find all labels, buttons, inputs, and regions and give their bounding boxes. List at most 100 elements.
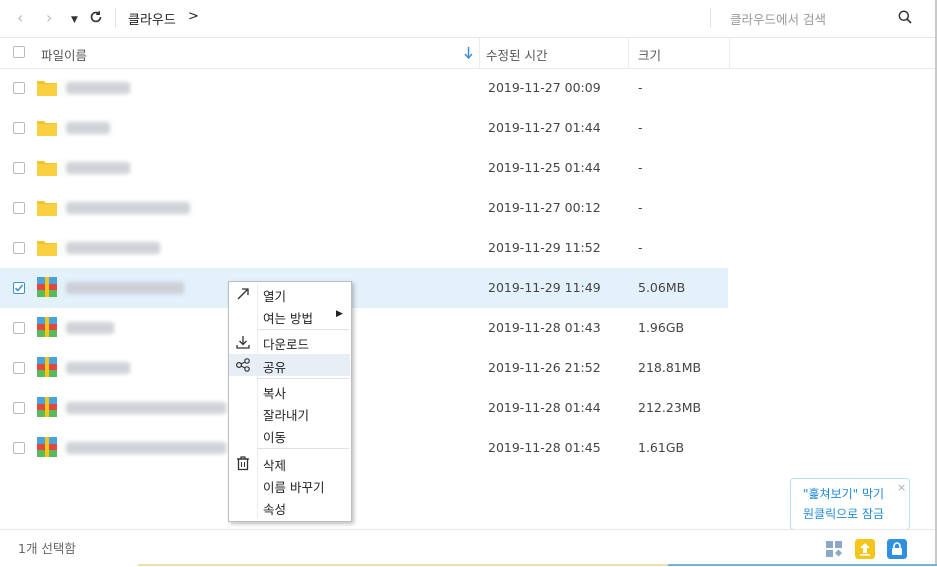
- file-size: 218.81MB: [638, 360, 702, 375]
- privacy-lock-tooltip[interactable]: "훑쳐보기" 막기 원클릭으로 잠금 ×: [790, 478, 910, 530]
- folder-icon: [37, 201, 57, 216]
- row-checkbox[interactable]: [13, 402, 25, 414]
- file-name-redacted: [66, 402, 226, 414]
- column-divider: [628, 38, 629, 68]
- back-icon[interactable]: ‹: [17, 9, 23, 27]
- row-checkbox[interactable]: [13, 162, 25, 174]
- file-name-redacted: [66, 322, 114, 334]
- breadcrumb[interactable]: 클라우드: [128, 9, 176, 28]
- file-size: -: [638, 120, 643, 135]
- menu-item-label: 공유: [263, 360, 287, 375]
- menu-item-properties[interactable]: 속성: [229, 496, 350, 518]
- search-divider: [710, 8, 711, 28]
- breadcrumb-chevron-icon[interactable]: >: [188, 9, 199, 24]
- table-row[interactable]: 2019-11-27 00:09 -: [0, 68, 728, 108]
- modified-time: 2019-11-27 00:12: [488, 200, 601, 215]
- selection-status: 1개 선택함: [18, 541, 76, 556]
- toolbar: ‹ › ▼ 클라우드 > 클라우드에서 검색: [0, 0, 937, 38]
- table-row[interactable]: 2019-11-28 01:44 212.23MB: [0, 388, 728, 428]
- column-modified[interactable]: 수정된 시간: [486, 45, 547, 64]
- menu-item-label: 열기: [263, 289, 287, 304]
- modified-time: 2019-11-27 00:09: [488, 80, 601, 95]
- menu-item-delete[interactable]: 삭제: [229, 452, 350, 474]
- menu-item-download[interactable]: 다운로드: [229, 331, 350, 353]
- modified-time: 2019-11-28 01:44: [488, 400, 601, 415]
- archive-file-icon: [37, 357, 57, 377]
- table-row[interactable]: 2019-11-28 01:45 1.61GB: [0, 428, 728, 468]
- table-row[interactable]: 2019-11-28 01:43 1.96GB: [0, 308, 728, 348]
- row-checkbox[interactable]: [13, 442, 25, 454]
- menu-item-cut[interactable]: 잘라내기: [229, 402, 350, 424]
- refresh-icon[interactable]: [89, 10, 103, 24]
- submenu-arrow-icon: ▶: [336, 309, 343, 319]
- menu-item-share[interactable]: 공유: [229, 354, 350, 376]
- table-row[interactable]: 2019-11-29 11:52 -: [0, 228, 728, 268]
- menu-item-open[interactable]: 열기: [229, 283, 350, 305]
- toolbar-divider: [115, 8, 116, 28]
- status-bar: 1개 선택함: [0, 529, 937, 567]
- modified-time: 2019-11-27 01:44: [488, 120, 601, 135]
- archive-file-icon: [37, 317, 57, 337]
- column-name[interactable]: 파일이름: [41, 45, 87, 64]
- row-checkbox[interactable]: [13, 362, 25, 374]
- search-input[interactable]: 클라우드에서 검색: [730, 9, 826, 28]
- file-name-redacted: [66, 442, 226, 454]
- file-name-redacted: [66, 122, 110, 134]
- menu-item-rename[interactable]: 이름 바꾸기: [229, 474, 350, 496]
- menu-item-label: 이동: [263, 430, 287, 445]
- column-divider: [479, 38, 480, 68]
- view-mode-icon[interactable]: [824, 539, 844, 559]
- sort-descending-icon[interactable]: [464, 47, 473, 59]
- row-checkbox[interactable]: [13, 122, 25, 134]
- select-all-checkbox[interactable]: [13, 46, 25, 58]
- table-row[interactable]: 2019-11-25 01:44 -: [0, 148, 728, 188]
- table-row[interactable]: 2019-11-27 00:12 -: [0, 188, 728, 228]
- close-icon[interactable]: ×: [897, 481, 906, 494]
- table-row-selected[interactable]: 2019-11-29 11:49 5.06MB: [0, 268, 728, 308]
- file-size: 212.23MB: [638, 400, 702, 415]
- archive-file-icon: [37, 277, 57, 297]
- forward-icon[interactable]: ›: [46, 9, 52, 27]
- folder-icon: [37, 81, 57, 96]
- share-icon: [235, 358, 250, 372]
- file-size: 1.96GB: [638, 320, 685, 335]
- row-checkbox[interactable]: [13, 202, 25, 214]
- context-menu: 열기 여는 방법 ▶ 다운로드 공유 복사 잘라내기 이동 삭제 이름 바꾸기 …: [228, 281, 352, 522]
- modified-time: 2019-11-29 11:52: [488, 240, 601, 255]
- lock-icon[interactable]: [887, 539, 907, 559]
- menu-item-copy[interactable]: 복사: [229, 380, 350, 402]
- file-name-redacted: [66, 162, 130, 174]
- menu-item-label: 삭제: [263, 458, 287, 473]
- table-row[interactable]: 2019-11-27 01:44 -: [0, 108, 728, 148]
- file-size: 5.06MB: [638, 280, 686, 295]
- column-size[interactable]: 크기: [638, 45, 661, 64]
- folder-icon: [37, 121, 57, 136]
- column-divider: [729, 38, 730, 68]
- file-name-redacted: [66, 242, 160, 254]
- table-row[interactable]: 2019-11-26 21:52 218.81MB: [0, 348, 728, 388]
- checkmark-icon: [14, 284, 24, 292]
- row-checkbox[interactable]: [13, 242, 25, 254]
- row-checkbox[interactable]: [13, 322, 25, 334]
- modified-time: 2019-11-26 21:52: [488, 360, 601, 375]
- modified-time: 2019-11-25 01:44: [488, 160, 601, 175]
- upload-icon[interactable]: [855, 539, 875, 559]
- modified-time: 2019-11-28 01:43: [488, 320, 601, 335]
- menu-item-move[interactable]: 이동: [229, 424, 350, 446]
- row-checkbox-checked[interactable]: [13, 282, 25, 294]
- menu-separator: [257, 448, 349, 449]
- menu-separator: [257, 378, 349, 379]
- trash-icon: [237, 456, 249, 471]
- file-name-redacted: [66, 202, 190, 214]
- menu-separator: [257, 329, 349, 330]
- column-header: 파일이름 수정된 시간 크기: [0, 38, 937, 69]
- menu-item-open-with[interactable]: 여는 방법 ▶: [229, 305, 350, 327]
- archive-file-icon: [37, 437, 57, 457]
- row-checkbox[interactable]: [13, 82, 25, 94]
- search-icon[interactable]: [898, 10, 912, 24]
- file-size: -: [638, 160, 643, 175]
- archive-file-icon: [37, 397, 57, 417]
- tooltip-line2: 원클릭으로 잠금: [803, 507, 885, 521]
- history-dropdown-icon[interactable]: ▼: [71, 11, 78, 29]
- tooltip-line1: "훑쳐보기" 막기: [803, 487, 885, 501]
